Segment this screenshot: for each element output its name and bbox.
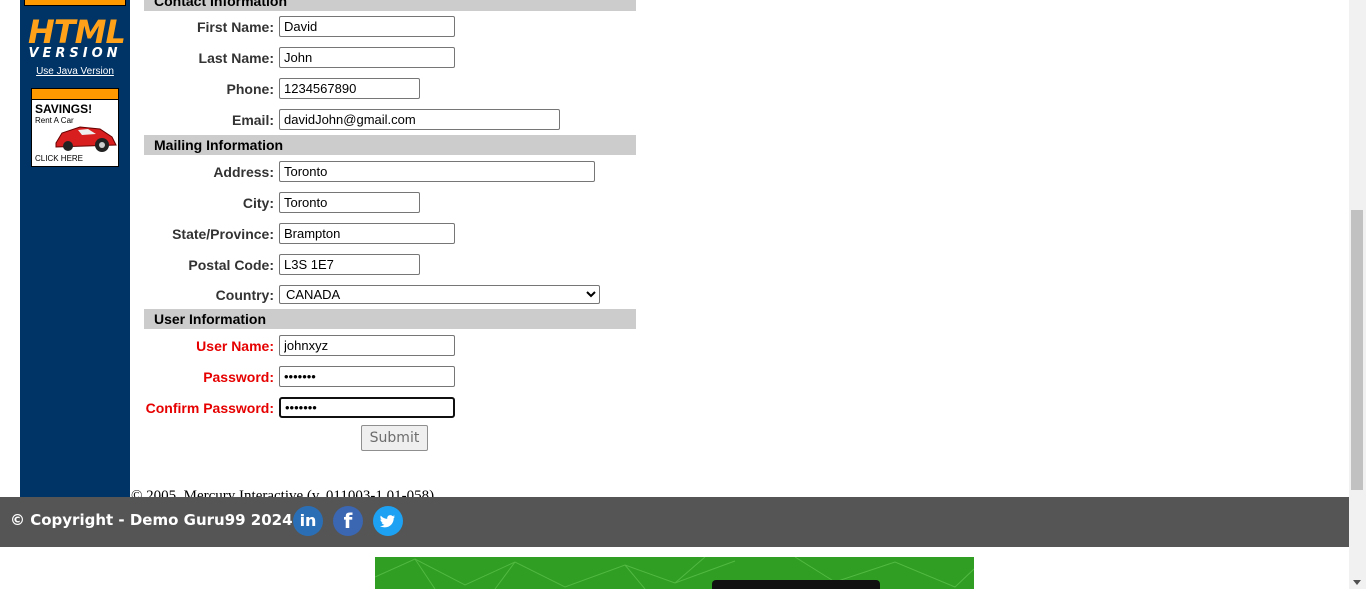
mailing-information-header: Mailing Information: [144, 135, 636, 155]
user-name-input[interactable]: [279, 335, 455, 356]
country-select[interactable]: CANADA: [279, 285, 600, 304]
scrollbar-thumb[interactable]: [1351, 210, 1363, 490]
submit-button[interactable]: Submit: [361, 425, 428, 451]
facebook-icon[interactable]: f: [333, 506, 363, 536]
scroll-down-arrow-icon[interactable]: [1353, 580, 1361, 585]
left-sidebar: HTML VERSION Use Java Version SAVINGS! R…: [20, 0, 130, 497]
banner-black-button[interactable]: [712, 580, 880, 589]
first-name-input[interactable]: [279, 16, 455, 37]
password-label: Password:: [203, 369, 274, 385]
savings-ad-banner[interactable]: SAVINGS! Rent A Car CLICK HERE: [31, 88, 119, 167]
address-input[interactable]: [279, 161, 595, 182]
phone-input[interactable]: [279, 78, 420, 99]
use-java-version-link[interactable]: Use Java Version: [20, 66, 130, 77]
last-name-label: Last Name:: [198, 50, 274, 66]
contact-information-header: Contact Information: [144, 0, 636, 11]
city-input[interactable]: [279, 192, 420, 213]
linkedin-icon[interactable]: in: [293, 506, 323, 536]
promo-banner[interactable]: [375, 557, 974, 589]
phone-label: Phone:: [226, 81, 274, 97]
state-province-input[interactable]: [279, 223, 455, 244]
user-name-label: User Name:: [196, 338, 274, 354]
last-name-input[interactable]: [279, 47, 455, 68]
state-province-label: State/Province:: [172, 226, 274, 242]
ad-click-here: CLICK HERE: [35, 154, 84, 163]
email-label: Email:: [231, 112, 274, 128]
email-input[interactable]: [279, 109, 560, 130]
site-footer: © Copyright - Demo Guru99 2024 in f: [0, 497, 1349, 547]
footer-copyright: © Copyright - Demo Guru99 2024: [10, 511, 293, 529]
confirm-password-label: Confirm Password:: [145, 400, 274, 416]
first-name-label: First Name:: [196, 19, 274, 35]
ad-top-bar: [32, 89, 118, 100]
password-input[interactable]: [279, 366, 455, 387]
logo-version-text: VERSION: [28, 46, 122, 61]
city-label: City:: [242, 195, 274, 211]
country-label: Country:: [215, 287, 274, 303]
page-scrollbar[interactable]: [1349, 0, 1366, 589]
postal-code-input[interactable]: [279, 254, 420, 275]
twitter-bird-shape: [380, 515, 395, 528]
address-label: Address:: [213, 164, 274, 180]
ad-title: SAVINGS!: [35, 102, 93, 116]
sidebar-top-banner-stub: [24, 0, 126, 6]
postal-code-label: Postal Code:: [188, 257, 274, 273]
logo-html-text: HTML: [28, 13, 126, 51]
banner-pattern: [375, 557, 974, 589]
confirm-password-input[interactable]: [279, 397, 455, 418]
user-information-header: User Information: [144, 309, 636, 329]
html-version-logo: HTML VERSION: [28, 13, 126, 61]
twitter-icon[interactable]: [373, 506, 403, 536]
red-car-icon: [55, 126, 117, 152]
